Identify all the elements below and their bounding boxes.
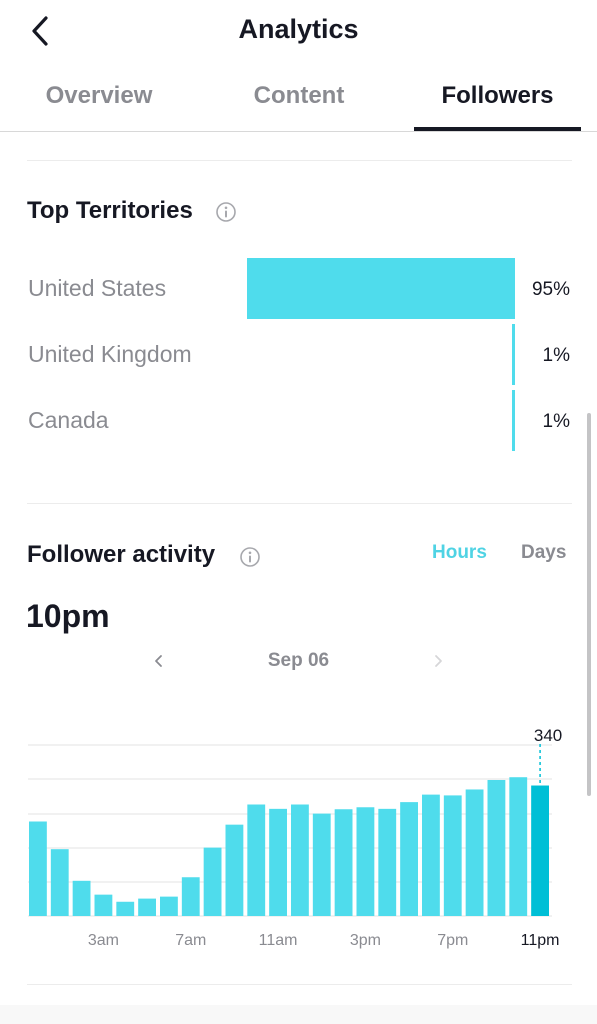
chart-bar[interactable] [138, 898, 156, 916]
scrollbar[interactable] [587, 413, 591, 796]
chart-bar[interactable] [269, 808, 287, 916]
toggle-hours[interactable]: Hours [432, 542, 487, 564]
territory-percent: 1% [542, 411, 570, 432]
page-title: Analytics [238, 14, 359, 44]
territory-name: United States [28, 275, 167, 301]
tab-followers[interactable]: Followers [414, 82, 581, 110]
toggle-days[interactable]: Days [521, 542, 566, 564]
chart-bar[interactable] [378, 808, 397, 916]
territory-name: United Kingdom [28, 341, 192, 367]
tab-content[interactable]: Content [228, 82, 370, 110]
territory-percent: 1% [542, 345, 570, 366]
chart-bar[interactable] [291, 804, 309, 916]
x-tick-label: 3pm [350, 932, 381, 949]
tab-overview[interactable]: Overview [28, 82, 170, 110]
chart-bar-selected[interactable] [531, 785, 549, 916]
x-tick-label: 7am [175, 932, 206, 949]
chart-bar[interactable] [50, 849, 69, 916]
x-tick-label: 11am [259, 932, 298, 949]
x-tick-label: 11pm [521, 932, 560, 949]
chart-bar[interactable] [181, 877, 200, 916]
header-divider [0, 131, 597, 132]
chart-bar[interactable] [72, 880, 91, 916]
territory-name: Canada [28, 407, 109, 433]
bottom-area [0, 1005, 597, 1024]
chart-bar[interactable] [247, 804, 266, 916]
chart-bar[interactable] [400, 802, 418, 916]
chart-bar[interactable] [94, 894, 113, 916]
chart-bar[interactable] [203, 847, 222, 916]
chevron-right-icon [435, 655, 442, 667]
territory-percent: 95% [531, 279, 570, 300]
date-label: Sep 06 [267, 650, 330, 671]
chart-bar[interactable] [116, 901, 135, 916]
highlight-value-label: 340 [534, 726, 562, 745]
chart-bar[interactable] [443, 795, 462, 916]
chart-bar[interactable] [312, 813, 331, 916]
x-tick-label: 3am [88, 932, 119, 949]
chart-bar[interactable] [160, 896, 178, 916]
info-icon[interactable] [215, 201, 237, 223]
section-divider [27, 503, 572, 504]
follower-activity-title: Follower activity [27, 541, 216, 568]
info-icon[interactable] [239, 546, 261, 568]
chart-bar[interactable] [29, 821, 47, 916]
territory-bar [247, 258, 515, 319]
chart-bar[interactable] [334, 809, 353, 916]
chart-bar[interactable] [509, 777, 528, 916]
x-tick-label: 7pm [437, 932, 468, 949]
selected-hour-value: 10pm [26, 598, 110, 634]
chart-bar[interactable] [225, 824, 244, 916]
follower-activity-chart: 340 3am 7am 11am 3pm 7pm 11pm [28, 726, 562, 949]
chart-bar[interactable] [487, 779, 506, 916]
section-divider [27, 160, 572, 161]
next-date-button[interactable] [432, 651, 444, 677]
chart-bar[interactable] [465, 789, 484, 916]
chart-bar[interactable] [422, 794, 440, 916]
top-territories-title: Top Territories [27, 197, 193, 224]
section-divider [27, 984, 572, 985]
chart-bar[interactable] [356, 807, 375, 916]
